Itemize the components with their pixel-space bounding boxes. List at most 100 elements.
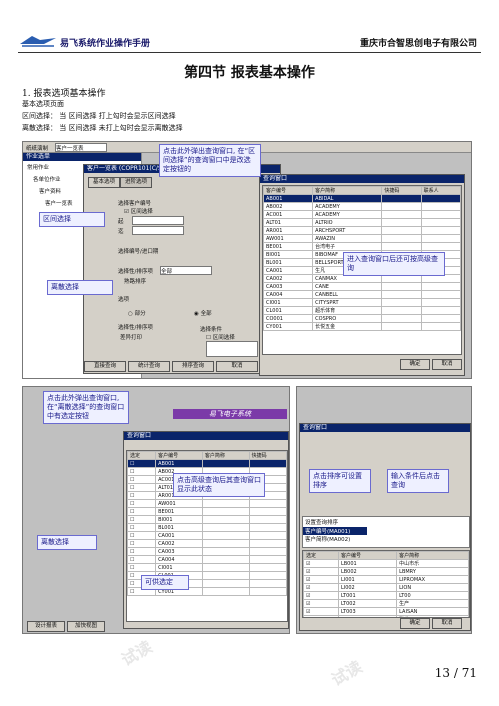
table-row[interactable]: ☐ CA004 bbox=[127, 555, 287, 564]
table-cell: CA002 bbox=[155, 539, 203, 548]
table-cell bbox=[420, 226, 461, 235]
checkbox-label: 区间选择 bbox=[130, 209, 153, 215]
range-select-checkbox[interactable]: ☑ 区间选择 bbox=[124, 207, 153, 215]
radio-partial[interactable]: ○ 部分 bbox=[128, 309, 146, 317]
table-cell bbox=[420, 242, 461, 251]
table-cell: CA004 bbox=[155, 555, 203, 564]
table-row[interactable]: ☐ CA002 bbox=[127, 539, 287, 548]
table-row[interactable]: AB001 ABIDAL bbox=[263, 194, 461, 203]
table-cell: 中山市乐 bbox=[396, 559, 469, 568]
table-row[interactable]: CY001 长悦五金 bbox=[263, 322, 461, 331]
table-cell: CANE bbox=[312, 282, 383, 291]
direct-query-button[interactable]: 直接查询 bbox=[84, 361, 126, 372]
table-row[interactable]: ☑ LT001 LT00 bbox=[303, 591, 469, 600]
table-row[interactable]: ☐ CA001 bbox=[127, 531, 287, 540]
sort-item[interactable]: 客户编号(MA001) bbox=[303, 527, 367, 535]
quick-view-button[interactable]: 加快视图 bbox=[67, 621, 105, 632]
table-row[interactable]: ☐ BE001 bbox=[127, 507, 287, 516]
table-cell: 超乐体育 bbox=[312, 306, 383, 315]
column-header[interactable]: 客户编号 bbox=[337, 551, 398, 560]
table-row[interactable]: CO001 COSPRO bbox=[263, 314, 461, 323]
table-row[interactable]: BE001 台湾电子 bbox=[263, 242, 461, 251]
table-cell: BI001 bbox=[155, 515, 203, 524]
table-cell bbox=[381, 290, 422, 299]
table-cell bbox=[381, 202, 422, 211]
table-cell: CA003 bbox=[263, 282, 314, 291]
customer-grid[interactable]: 选定 客户编号 客户简称 ☑ LB001 中山市乐 ☑ LB002 LBMRY ☑ LI001… bbox=[302, 550, 470, 618]
range-start-input[interactable] bbox=[132, 216, 184, 225]
column-header[interactable]: 选定 bbox=[127, 451, 157, 460]
discrete-list[interactable] bbox=[206, 341, 258, 357]
screenshot-discrete-query: 易飞电子系统 查询窗口 选定 客户编号 客户简称 快捷码 ☐ AB001 ☐ AB00… bbox=[22, 386, 290, 634]
column-header[interactable]: 客户简称 bbox=[201, 451, 250, 460]
cancel-button[interactable]: 取消 bbox=[216, 361, 258, 372]
sort-query-button[interactable]: 排序查询 bbox=[172, 361, 214, 372]
cancel-button[interactable]: 取消 bbox=[432, 618, 462, 629]
table-cell bbox=[381, 322, 422, 331]
table-row[interactable]: AC001 ACADEMY bbox=[263, 210, 461, 219]
table-row[interactable]: ☐ BI001 bbox=[127, 515, 287, 524]
table-cell: CI001 bbox=[263, 298, 314, 307]
sort-select[interactable]: 全部 bbox=[160, 266, 212, 275]
cancel-button[interactable]: 取消 bbox=[432, 359, 462, 370]
ok-button[interactable]: 确定 bbox=[400, 618, 430, 629]
column-header[interactable]: 客户编号 bbox=[263, 186, 314, 195]
table-cell: ☐ bbox=[127, 491, 157, 500]
sort-item[interactable]: 客户简称(MA002) bbox=[303, 535, 469, 543]
table-row[interactable]: ☐ BL001 bbox=[127, 523, 287, 532]
table-row[interactable]: ☑ LI001 LIPROMAX bbox=[303, 575, 469, 584]
radio-all[interactable]: ◉ 全部 bbox=[194, 309, 212, 317]
table-cell: LBMRY bbox=[396, 567, 469, 576]
table-row[interactable]: AW001 AWAZIN bbox=[263, 234, 461, 243]
table-cell bbox=[201, 507, 250, 516]
table-row[interactable]: ☐ CA003 bbox=[127, 547, 287, 556]
column-header[interactable]: 快捷码 bbox=[381, 186, 422, 195]
table-row[interactable]: ☑ LT003 LAISAN bbox=[303, 607, 469, 616]
table-row[interactable]: ☐ CI001 bbox=[127, 563, 287, 572]
table-cell bbox=[201, 531, 250, 540]
table-cell: LIPROMAX bbox=[396, 575, 469, 584]
range-select-checkbox[interactable]: ☐ 区间选择 bbox=[206, 333, 235, 341]
table-row[interactable]: CA003 CANE bbox=[263, 282, 461, 291]
table-row[interactable]: CI001 CITYSPRT bbox=[263, 298, 461, 307]
table-cell bbox=[381, 234, 422, 243]
report-select[interactable]: 客户一览表 bbox=[55, 143, 107, 152]
table-row[interactable]: ALT01 ALTRIO bbox=[263, 218, 461, 227]
table-row[interactable]: AR001 ARCHSPORT bbox=[263, 226, 461, 235]
table-cell: BL001 bbox=[263, 258, 314, 267]
table-row[interactable]: ☐ AW001 bbox=[127, 499, 287, 508]
tab-basic-options[interactable]: 基本选项 bbox=[88, 177, 120, 188]
table-cell bbox=[248, 563, 287, 572]
table-cell bbox=[420, 218, 461, 227]
column-header[interactable]: 客户编号 bbox=[155, 451, 203, 460]
column-header[interactable]: 客户简称 bbox=[396, 551, 469, 560]
table-cell: AW001 bbox=[155, 499, 203, 508]
table-cell: LT001 bbox=[337, 591, 398, 600]
stat-query-button[interactable]: 统计查询 bbox=[128, 361, 170, 372]
header-divider bbox=[18, 52, 481, 53]
table-row[interactable]: ☑ LB001 中山市乐 bbox=[303, 559, 469, 568]
callout-sort: 点击排序可设置排序 bbox=[309, 469, 371, 493]
table-row[interactable]: CA004 CANBELL bbox=[263, 290, 461, 299]
column-header[interactable]: 选定 bbox=[303, 551, 339, 560]
range-end-input[interactable] bbox=[132, 226, 184, 235]
table-row[interactable]: ☑ LT002 生产 bbox=[303, 599, 469, 608]
table-row[interactable]: CL001 超乐体育 bbox=[263, 306, 461, 315]
tab-advanced-options[interactable]: 进阶选项 bbox=[120, 177, 152, 188]
table-cell: AB001 bbox=[155, 459, 203, 468]
table-row[interactable]: ☐ AB001 bbox=[127, 459, 287, 468]
text-line: 基本选项页面 bbox=[22, 100, 64, 108]
table-row[interactable]: ☑ LB002 LBMRY bbox=[303, 567, 469, 576]
column-header[interactable]: 快捷码 bbox=[248, 451, 287, 460]
ok-button[interactable]: 确定 bbox=[400, 359, 430, 370]
column-header[interactable]: 客户简称 bbox=[312, 186, 383, 195]
table-cell bbox=[201, 499, 250, 508]
table-row[interactable]: ☑ LI002 LION bbox=[303, 583, 469, 592]
design-report-button[interactable]: 设计报表 bbox=[27, 621, 65, 632]
table-cell: LT002 bbox=[337, 599, 398, 608]
table-cell bbox=[381, 218, 422, 227]
table-cell bbox=[248, 587, 287, 596]
column-header[interactable]: 联系人 bbox=[420, 186, 461, 195]
table-row[interactable]: AB002 ACADEMY bbox=[263, 202, 461, 211]
table-cell: ☐ bbox=[127, 483, 157, 492]
